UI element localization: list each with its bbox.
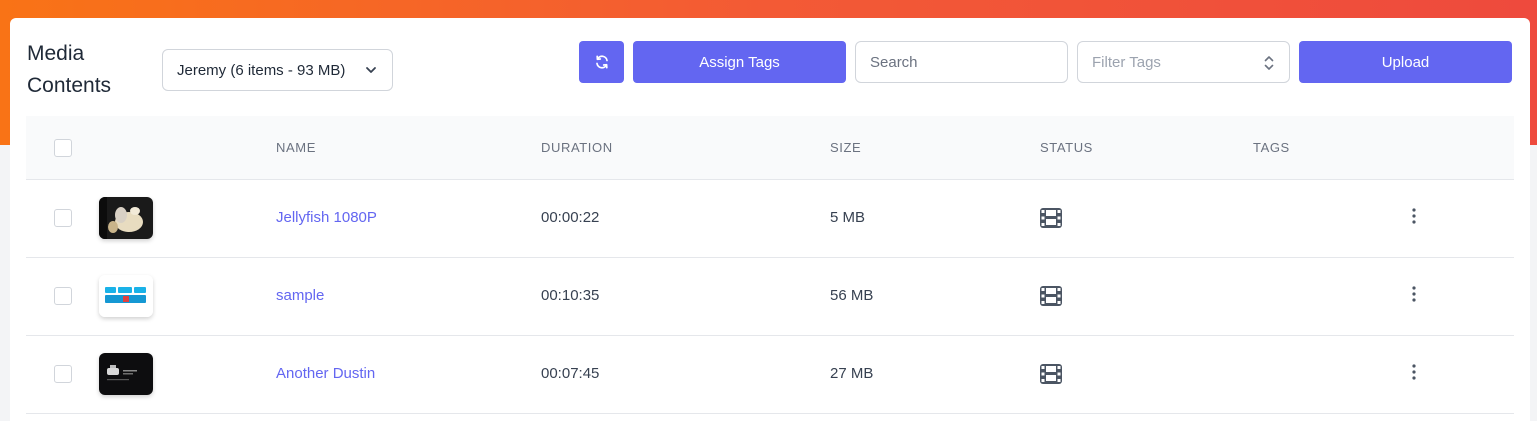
upload-button[interactable]: Upload <box>1299 41 1512 83</box>
column-header-duration[interactable]: DURATION <box>541 140 613 155</box>
film-icon <box>1040 364 1062 384</box>
filter-tags-select[interactable]: Filter Tags <box>1077 41 1290 83</box>
folder-select-value: Jeremy (6 items - 93 MB) <box>177 61 346 79</box>
media-name-link[interactable]: Jellyfish 1080P <box>276 209 377 226</box>
media-duration: 00:07:45 <box>541 365 600 382</box>
page-title: Media Contents <box>27 42 112 97</box>
assign-tags-button[interactable]: Assign Tags <box>633 41 846 83</box>
row-checkbox[interactable] <box>54 365 72 383</box>
video-thumbnail[interactable] <box>99 275 153 317</box>
media-size: 5 MB <box>830 209 866 226</box>
table-row[interactable]: sample 00:10:35 56 MB <box>26 258 1514 336</box>
video-thumbnail[interactable] <box>99 197 153 239</box>
table-header: NAME DURATION SIZE STATUS TAGS <box>26 116 1514 180</box>
folder-select[interactable]: Jeremy (6 items - 93 MB) <box>162 49 393 91</box>
media-name-link[interactable]: Another Dustin <box>276 365 375 382</box>
more-options-icon[interactable] <box>1409 285 1419 303</box>
column-header-name[interactable]: NAME <box>276 140 316 155</box>
more-options-icon[interactable] <box>1409 207 1419 225</box>
table-row[interactable]: Another Dustin 00:07:45 27 MB <box>26 336 1514 414</box>
table-row[interactable]: Jellyfish 1080P 00:00:22 5 MB <box>26 180 1514 258</box>
column-header-status[interactable]: STATUS <box>1040 140 1093 155</box>
row-checkbox[interactable] <box>54 209 72 227</box>
media-name-link[interactable]: sample <box>276 287 324 304</box>
media-duration: 00:10:35 <box>541 287 600 304</box>
search-input[interactable] <box>855 41 1068 83</box>
film-icon <box>1040 208 1062 228</box>
media-panel: Media Contents Jeremy (6 items - 93 MB) … <box>10 18 1530 421</box>
filter-tags-placeholder: Filter Tags <box>1092 53 1161 71</box>
chevron-down-icon <box>366 67 376 73</box>
media-table: NAME DURATION SIZE STATUS TAGS Jellyfish… <box>26 116 1514 414</box>
media-size: 56 MB <box>830 287 874 304</box>
refresh-button[interactable] <box>579 41 624 83</box>
row-checkbox[interactable] <box>54 287 72 305</box>
media-duration: 00:00:22 <box>541 209 600 226</box>
column-header-size[interactable]: SIZE <box>830 140 861 155</box>
column-header-tags[interactable]: TAGS <box>1253 140 1290 155</box>
select-all-checkbox[interactable] <box>54 139 72 157</box>
media-size: 27 MB <box>830 365 874 382</box>
refresh-icon <box>595 55 608 69</box>
video-thumbnail[interactable] <box>99 353 153 395</box>
more-options-icon[interactable] <box>1409 363 1419 381</box>
chevron-up-down-icon <box>1264 56 1274 70</box>
film-icon <box>1040 286 1062 306</box>
